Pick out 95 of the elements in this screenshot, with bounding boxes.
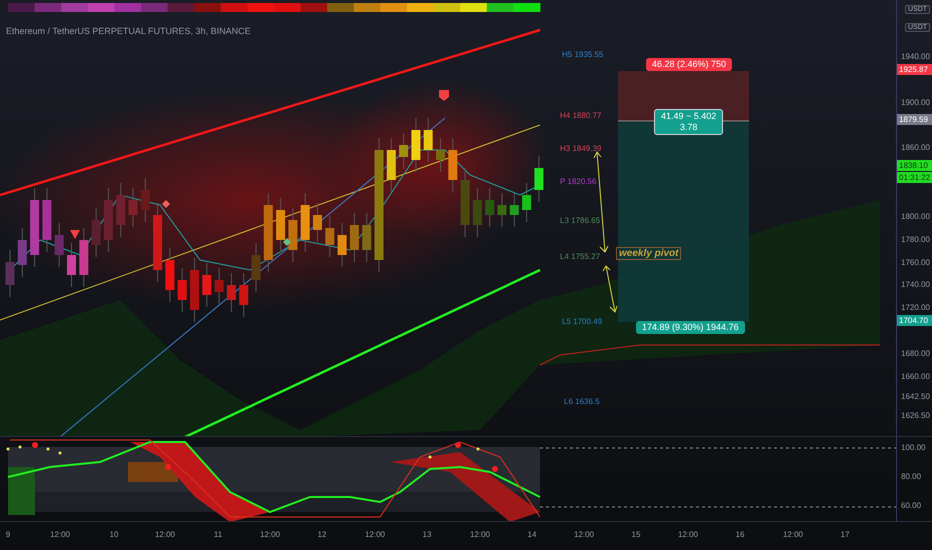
stop-label: 174.89 (9.30%) 1944.76 (636, 321, 745, 334)
time-label: 12:00 (470, 530, 490, 539)
time-label: 16 (736, 530, 744, 539)
time-label: 12:00 (364, 530, 386, 539)
diamond-icon (162, 200, 170, 208)
candle (362, 212, 372, 262)
candle (411, 118, 420, 172)
price-tick: 1626.50 (901, 411, 930, 420)
oscillator-tick: 100.00 (901, 443, 926, 452)
candle (350, 212, 359, 262)
candle (325, 216, 334, 258)
candle (338, 222, 347, 268)
candle (510, 192, 519, 228)
price-tick: 1940.00 (901, 52, 930, 61)
price-badge: 1925.87 (897, 64, 932, 75)
price-tick: 1900.00 (901, 98, 930, 107)
time-label: 12:00 (154, 530, 176, 539)
price-tick: 1720.00 (901, 303, 930, 312)
candle (178, 268, 187, 312)
candle (424, 118, 433, 162)
pivot-label: P 1820.56 (560, 177, 596, 186)
time-label: 12:00 (50, 530, 70, 539)
pivot-label: L3 1786.65 (560, 216, 600, 225)
time-label: 15 (632, 530, 640, 539)
chart-title: Ethereum / TetherUS PERPETUAL FUTURES, 3h, BINANCE (6, 26, 251, 36)
candle (313, 202, 322, 242)
candle (485, 188, 494, 228)
candle (252, 242, 260, 292)
double-arrow (602, 265, 618, 313)
candle (498, 192, 506, 228)
candle (522, 182, 532, 222)
candle (190, 258, 199, 322)
risk-reward-label: 41.49 ~ 5.402 3.78 (654, 109, 724, 135)
time-label: 12:00 (260, 530, 280, 539)
sell-triangle-icon (70, 230, 80, 239)
candle (534, 156, 544, 202)
time-label: 12:00 (678, 530, 698, 539)
candle (300, 192, 310, 252)
candle (18, 228, 27, 278)
pivot-label: H4 1880.77 (560, 111, 602, 120)
pivot-label: H3 1849.39 (560, 144, 602, 153)
candle (67, 242, 76, 288)
time-label: 9 (6, 530, 10, 539)
price-tick: 1642.50 (901, 392, 930, 401)
price-tick: 1680.00 (901, 349, 930, 358)
oscillator-tick: 60.00 (901, 501, 922, 510)
candle (79, 228, 88, 288)
candle (128, 188, 138, 228)
candle (239, 272, 248, 318)
time-label: 17 (840, 530, 850, 539)
candle (202, 262, 212, 308)
price-tick: 1740.00 (901, 280, 930, 289)
time-label: 10 (110, 530, 118, 539)
price-tick: 1760.00 (901, 258, 930, 267)
time-label: 12:00 (782, 530, 804, 539)
pivot-label: L4 1755.27 (560, 252, 600, 261)
candle (214, 268, 224, 304)
diamond-icon (283, 238, 291, 246)
candle (399, 132, 408, 170)
price-badge: 1704.70 (897, 315, 932, 326)
candle (6, 250, 14, 298)
price-tick: 1660.00 (901, 372, 930, 381)
candle (448, 138, 458, 192)
annotation-label: weekly pivot (616, 247, 682, 260)
candle (226, 272, 236, 312)
candle (276, 198, 286, 252)
candle (460, 168, 470, 238)
price-tick: 1800.00 (901, 212, 930, 221)
time-label: 14 (528, 530, 536, 539)
candle (140, 178, 150, 222)
time-label: 11 (214, 530, 222, 539)
candle (472, 188, 482, 238)
candle (116, 182, 126, 238)
price-badge: 1879.59 (897, 114, 932, 125)
candle (436, 138, 445, 172)
price-badge: 1838.10 (897, 160, 932, 171)
pivot-label: H5 1935.55 (562, 50, 604, 59)
price-tick: 1780.00 (901, 235, 930, 244)
candle (386, 138, 396, 192)
pivot-label: L6 1636.5 (564, 397, 600, 406)
candle (165, 248, 174, 302)
candle (42, 188, 52, 252)
signal-marker-icon (439, 90, 449, 101)
time-label: 13 (422, 530, 432, 539)
time-label: 12 (318, 530, 326, 539)
target-label: 46.28 (2.46%) 750 (646, 58, 732, 71)
candle (288, 208, 298, 262)
pivot-label: L5 1700.49 (562, 317, 602, 326)
oscillator-tick: 80.00 (901, 472, 922, 481)
candle (104, 188, 113, 252)
candle (92, 208, 101, 258)
price-tick: 1860.00 (901, 143, 930, 152)
price-badge: 01:31:22 (897, 172, 932, 183)
time-label: 12:00 (574, 530, 594, 539)
candle (54, 222, 64, 268)
